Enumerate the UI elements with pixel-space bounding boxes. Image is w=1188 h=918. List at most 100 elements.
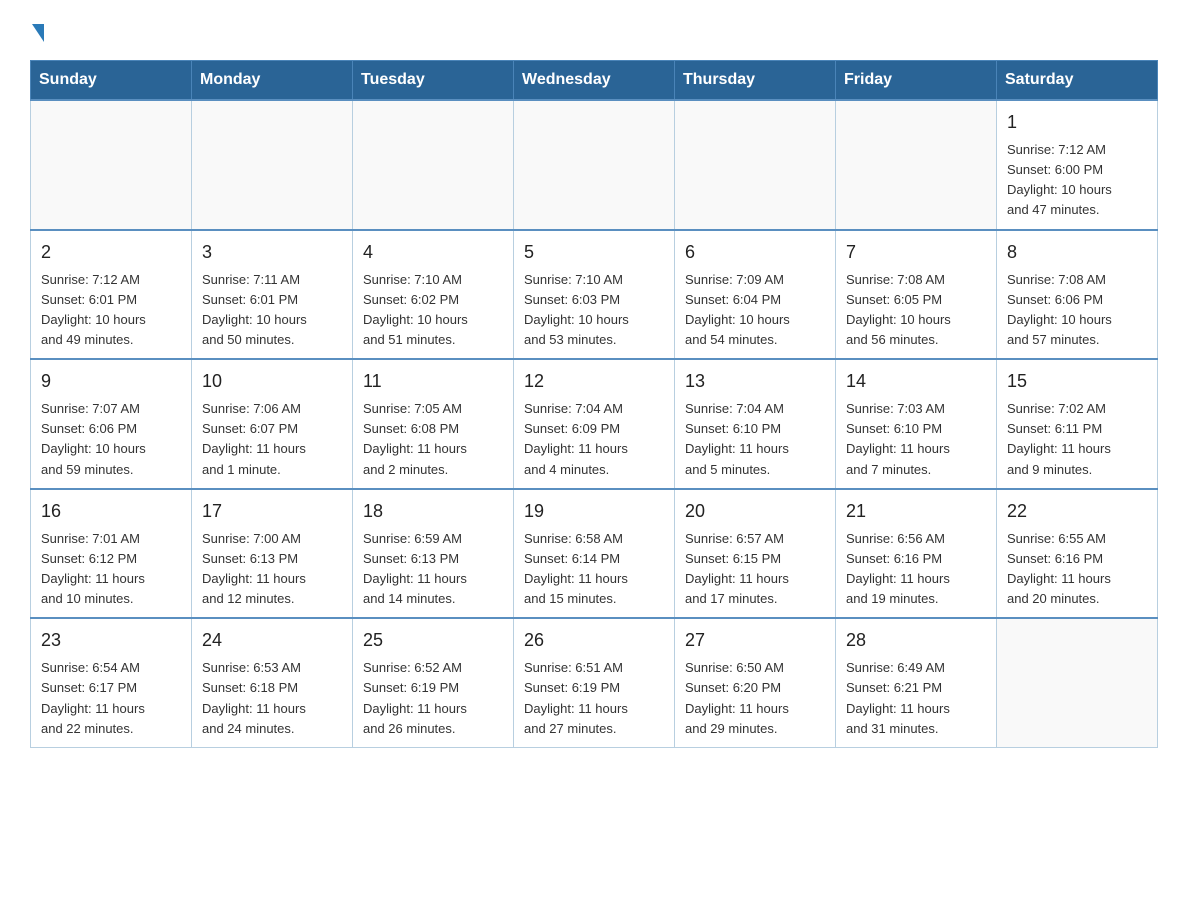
logo-arrow-icon	[32, 24, 44, 42]
day-info: Sunrise: 6:58 AM Sunset: 6:14 PM Dayligh…	[524, 529, 664, 610]
weekday-header-monday: Monday	[192, 61, 353, 101]
day-info: Sunrise: 7:03 AM Sunset: 6:10 PM Dayligh…	[846, 399, 986, 480]
calendar-cell: 15 Sunrise: 7:02 AM Sunset: 6:11 PM Dayli…	[997, 359, 1158, 489]
calendar-cell: 14 Sunrise: 7:03 AM Sunset: 6:10 PM Dayli…	[836, 359, 997, 489]
day-info: Sunrise: 7:09 AM Sunset: 6:04 PM Dayligh…	[685, 270, 825, 351]
calendar-week-row: 2 Sunrise: 7:12 AM Sunset: 6:01 PM Daylig…	[31, 230, 1158, 360]
weekday-header-row: SundayMondayTuesdayWednesdayThursdayFrid…	[31, 61, 1158, 101]
calendar-cell: 17 Sunrise: 7:00 AM Sunset: 6:13 PM Dayli…	[192, 489, 353, 619]
calendar-week-row: 16 Sunrise: 7:01 AM Sunset: 6:12 PM Dayli…	[31, 489, 1158, 619]
calendar-body: 1Sunrise: 7:12 AM Sunset: 6:00 PM Daylig…	[31, 100, 1158, 747]
calendar-cell	[514, 100, 675, 230]
weekday-header-saturday: Saturday	[997, 61, 1158, 101]
calendar-cell: 3 Sunrise: 7:11 AM Sunset: 6:01 PM Daylig…	[192, 230, 353, 360]
day-number: 15	[1007, 368, 1147, 395]
day-info: Sunrise: 7:07 AM Sunset: 6:06 PM Dayligh…	[41, 399, 181, 480]
day-info: Sunrise: 6:52 AM Sunset: 6:19 PM Dayligh…	[363, 658, 503, 739]
day-number: 23	[41, 627, 181, 654]
calendar-cell: 27 Sunrise: 6:50 AM Sunset: 6:20 PM Dayli…	[675, 618, 836, 747]
calendar-week-row: 1Sunrise: 7:12 AM Sunset: 6:00 PM Daylig…	[31, 100, 1158, 230]
day-number: 16	[41, 498, 181, 525]
calendar-cell: 9 Sunrise: 7:07 AM Sunset: 6:06 PM Daylig…	[31, 359, 192, 489]
day-info: Sunrise: 7:04 AM Sunset: 6:10 PM Dayligh…	[685, 399, 825, 480]
calendar-week-row: 9 Sunrise: 7:07 AM Sunset: 6:06 PM Daylig…	[31, 359, 1158, 489]
day-number: 10	[202, 368, 342, 395]
calendar-cell: 5 Sunrise: 7:10 AM Sunset: 6:03 PM Daylig…	[514, 230, 675, 360]
day-number: 9	[41, 368, 181, 395]
day-number: 6	[685, 239, 825, 266]
day-info: Sunrise: 7:00 AM Sunset: 6:13 PM Dayligh…	[202, 529, 342, 610]
weekday-header-friday: Friday	[836, 61, 997, 101]
day-number: 7	[846, 239, 986, 266]
day-number: 2	[41, 239, 181, 266]
day-info: Sunrise: 6:55 AM Sunset: 6:16 PM Dayligh…	[1007, 529, 1147, 610]
calendar-cell: 26Sunrise: 6:51 AM Sunset: 6:19 PM Dayli…	[514, 618, 675, 747]
day-number: 22	[1007, 498, 1147, 525]
day-info: Sunrise: 7:02 AM Sunset: 6:11 PM Dayligh…	[1007, 399, 1147, 480]
calendar-cell: 23 Sunrise: 6:54 AM Sunset: 6:17 PM Dayli…	[31, 618, 192, 747]
day-info: Sunrise: 7:01 AM Sunset: 6:12 PM Dayligh…	[41, 529, 181, 610]
calendar-cell: 18 Sunrise: 6:59 AM Sunset: 6:13 PM Dayli…	[353, 489, 514, 619]
day-number: 14	[846, 368, 986, 395]
day-number: 27	[685, 627, 825, 654]
day-info: Sunrise: 7:04 AM Sunset: 6:09 PM Dayligh…	[524, 399, 664, 480]
calendar-cell: 4Sunrise: 7:10 AM Sunset: 6:02 PM Daylig…	[353, 230, 514, 360]
day-info: Sunrise: 7:12 AM Sunset: 6:01 PM Dayligh…	[41, 270, 181, 351]
day-info: Sunrise: 7:12 AM Sunset: 6:00 PM Dayligh…	[1007, 140, 1147, 221]
calendar-cell: 25 Sunrise: 6:52 AM Sunset: 6:19 PM Dayli…	[353, 618, 514, 747]
calendar-cell: 10 Sunrise: 7:06 AM Sunset: 6:07 PM Dayli…	[192, 359, 353, 489]
day-number: 12	[524, 368, 664, 395]
calendar-week-row: 23 Sunrise: 6:54 AM Sunset: 6:17 PM Dayli…	[31, 618, 1158, 747]
page-header	[30, 24, 1158, 42]
calendar-cell	[353, 100, 514, 230]
calendar-cell	[997, 618, 1158, 747]
calendar-cell: 2 Sunrise: 7:12 AM Sunset: 6:01 PM Daylig…	[31, 230, 192, 360]
day-number: 25	[363, 627, 503, 654]
calendar-cell: 11Sunrise: 7:05 AM Sunset: 6:08 PM Dayli…	[353, 359, 514, 489]
day-info: Sunrise: 6:56 AM Sunset: 6:16 PM Dayligh…	[846, 529, 986, 610]
day-number: 24	[202, 627, 342, 654]
calendar-cell: 7 Sunrise: 7:08 AM Sunset: 6:05 PM Daylig…	[836, 230, 997, 360]
day-info: Sunrise: 7:08 AM Sunset: 6:05 PM Dayligh…	[846, 270, 986, 351]
weekday-header-wednesday: Wednesday	[514, 61, 675, 101]
calendar-cell: 28 Sunrise: 6:49 AM Sunset: 6:21 PM Dayli…	[836, 618, 997, 747]
calendar-cell: 6 Sunrise: 7:09 AM Sunset: 6:04 PM Daylig…	[675, 230, 836, 360]
calendar-cell: 24 Sunrise: 6:53 AM Sunset: 6:18 PM Dayli…	[192, 618, 353, 747]
logo	[30, 24, 46, 42]
day-number: 28	[846, 627, 986, 654]
day-number: 18	[363, 498, 503, 525]
day-info: Sunrise: 7:11 AM Sunset: 6:01 PM Dayligh…	[202, 270, 342, 351]
day-number: 17	[202, 498, 342, 525]
calendar-cell: 20 Sunrise: 6:57 AM Sunset: 6:15 PM Dayli…	[675, 489, 836, 619]
day-info: Sunrise: 6:57 AM Sunset: 6:15 PM Dayligh…	[685, 529, 825, 610]
day-number: 11	[363, 368, 503, 395]
day-number: 19	[524, 498, 664, 525]
day-info: Sunrise: 7:10 AM Sunset: 6:03 PM Dayligh…	[524, 270, 664, 351]
calendar-cell: 8Sunrise: 7:08 AM Sunset: 6:06 PM Daylig…	[997, 230, 1158, 360]
calendar-cell: 1Sunrise: 7:12 AM Sunset: 6:00 PM Daylig…	[997, 100, 1158, 230]
day-info: Sunrise: 6:49 AM Sunset: 6:21 PM Dayligh…	[846, 658, 986, 739]
weekday-header-sunday: Sunday	[31, 61, 192, 101]
calendar-cell: 22 Sunrise: 6:55 AM Sunset: 6:16 PM Dayli…	[997, 489, 1158, 619]
calendar-cell: 12 Sunrise: 7:04 AM Sunset: 6:09 PM Dayli…	[514, 359, 675, 489]
day-info: Sunrise: 6:53 AM Sunset: 6:18 PM Dayligh…	[202, 658, 342, 739]
day-number: 5	[524, 239, 664, 266]
day-info: Sunrise: 7:10 AM Sunset: 6:02 PM Dayligh…	[363, 270, 503, 351]
calendar-cell	[192, 100, 353, 230]
day-number: 20	[685, 498, 825, 525]
calendar-table: SundayMondayTuesdayWednesdayThursdayFrid…	[30, 60, 1158, 748]
weekday-header-tuesday: Tuesday	[353, 61, 514, 101]
day-info: Sunrise: 6:50 AM Sunset: 6:20 PM Dayligh…	[685, 658, 825, 739]
weekday-header-thursday: Thursday	[675, 61, 836, 101]
day-number: 21	[846, 498, 986, 525]
day-info: Sunrise: 7:08 AM Sunset: 6:06 PM Dayligh…	[1007, 270, 1147, 351]
calendar-header: SundayMondayTuesdayWednesdayThursdayFrid…	[31, 61, 1158, 101]
day-info: Sunrise: 7:06 AM Sunset: 6:07 PM Dayligh…	[202, 399, 342, 480]
day-number: 26	[524, 627, 664, 654]
calendar-cell: 19 Sunrise: 6:58 AM Sunset: 6:14 PM Dayli…	[514, 489, 675, 619]
day-number: 3	[202, 239, 342, 266]
day-info: Sunrise: 6:54 AM Sunset: 6:17 PM Dayligh…	[41, 658, 181, 739]
calendar-cell: 13Sunrise: 7:04 AM Sunset: 6:10 PM Dayli…	[675, 359, 836, 489]
day-info: Sunrise: 6:59 AM Sunset: 6:13 PM Dayligh…	[363, 529, 503, 610]
calendar-cell: 16 Sunrise: 7:01 AM Sunset: 6:12 PM Dayli…	[31, 489, 192, 619]
